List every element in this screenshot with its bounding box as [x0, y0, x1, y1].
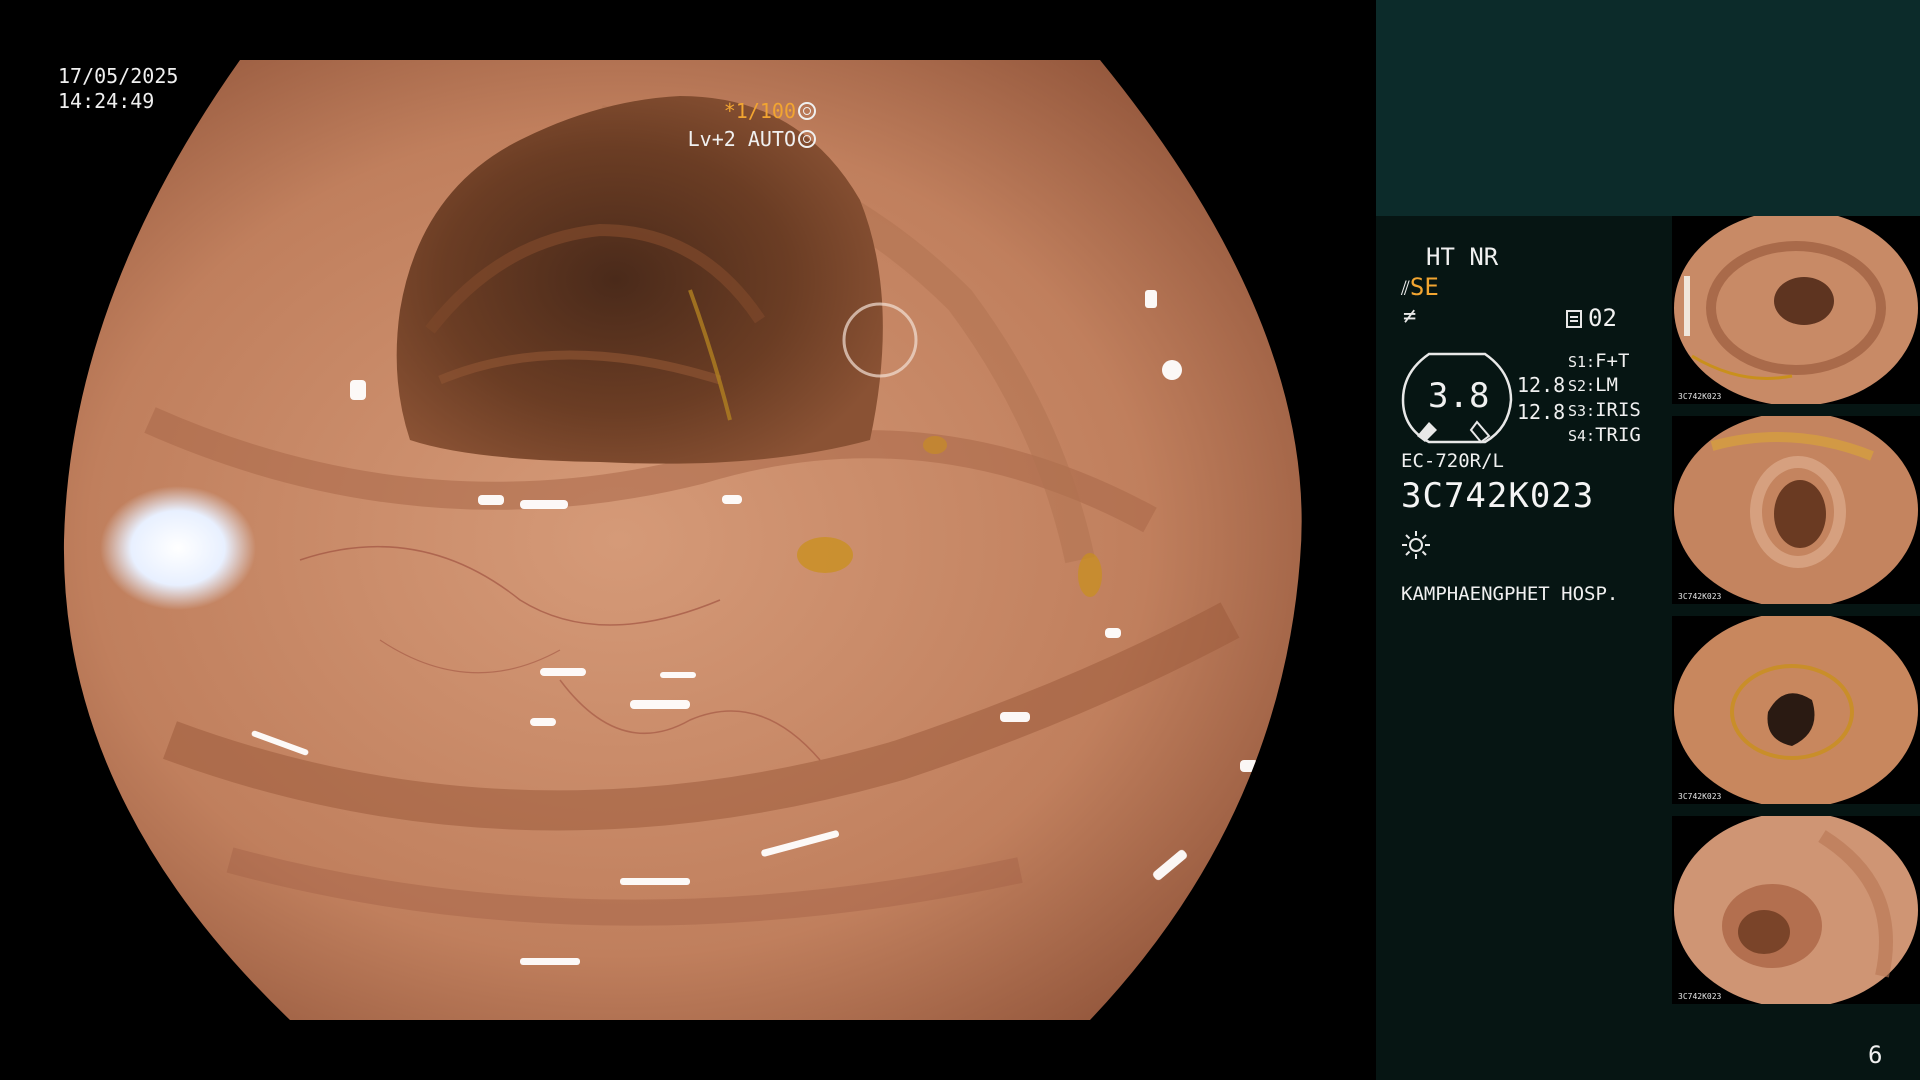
memory-indicator: 02	[1566, 304, 1617, 332]
iris-level-value: Lv+2 AUTO	[687, 127, 796, 151]
light-icon	[1402, 531, 1430, 559]
captured-thumbnail-2[interactable]: 3C742K023	[1672, 416, 1920, 604]
page-number: 6	[1868, 1041, 1883, 1069]
memory-icon	[1566, 310, 1582, 328]
se-label: SE	[1409, 273, 1439, 301]
gauge-side-value-1: 12.8	[1517, 373, 1566, 397]
captured-thumbnail-1[interactable]: 3C742K023	[1672, 216, 1920, 404]
shutter-speed: *1/100	[724, 99, 816, 123]
scope-info-panel	[1376, 216, 1672, 1080]
thumbnail-image: 3C742K023	[1672, 816, 1920, 1004]
iris-level: Lv+2 AUTO	[688, 127, 816, 151]
shutter-value: *1/100	[723, 99, 796, 123]
thumbnail-image: 3C742K023	[1672, 416, 1920, 604]
capture-datetime: 17/05/2025 14:24:49	[58, 64, 178, 114]
switch-s4: S4:TRIG	[1568, 424, 1641, 446]
top-info-area	[1376, 0, 1920, 216]
gauge-side-value-2: 12.8	[1517, 400, 1566, 424]
shutter-icon	[798, 102, 816, 120]
thumbnail-image: 3C742K023	[1672, 616, 1920, 804]
hospital-name: KAMPHAENGPHET HOSP.	[1401, 583, 1619, 605]
thumbnail-serial: 3C742K023	[1678, 992, 1722, 1001]
switch-s1: S1:F+T	[1568, 350, 1630, 372]
memory-value: 02	[1588, 304, 1617, 332]
thumbnail-serial: 3C742K023	[1678, 592, 1722, 601]
captured-thumbnail-4[interactable]: 3C742K023	[1672, 816, 1920, 1004]
structure-enhance: ⫽SE	[1401, 273, 1439, 301]
thumbnail-serial: 3C742K023	[1678, 392, 1722, 401]
captured-thumbnail-3[interactable]: 3C742K023	[1672, 616, 1920, 804]
auto-iris-icon	[798, 130, 816, 148]
endoscope-live-view: 17/05/2025 14:24:49 *1/100 Lv+2 AUTO	[0, 0, 1376, 1080]
scope-serial: 3C742K023	[1401, 476, 1595, 516]
gauge-value: 3.8	[1428, 376, 1490, 416]
capture-time: 14:24:49	[58, 89, 155, 113]
thumbnail-image: 3C742K023	[1672, 216, 1920, 404]
ht-nr-label: HT NR	[1426, 243, 1499, 271]
scope-model: EC-720R/L	[1401, 450, 1504, 472]
scope-icon: ⫽	[1401, 276, 1410, 300]
colon-lumen-image	[0, 0, 1376, 1080]
thumbnail-serial: 3C742K023	[1678, 792, 1722, 801]
endoscopy-screen: 17/05/2025 14:24:49 *1/100 Lv+2 AUTO HT …	[0, 0, 1920, 1080]
switch-s2: S2:LM	[1568, 374, 1618, 396]
capture-date: 17/05/2025	[58, 64, 179, 88]
filter-icon: ≠	[1403, 304, 1417, 329]
switch-s3: S3:IRIS	[1568, 399, 1641, 421]
